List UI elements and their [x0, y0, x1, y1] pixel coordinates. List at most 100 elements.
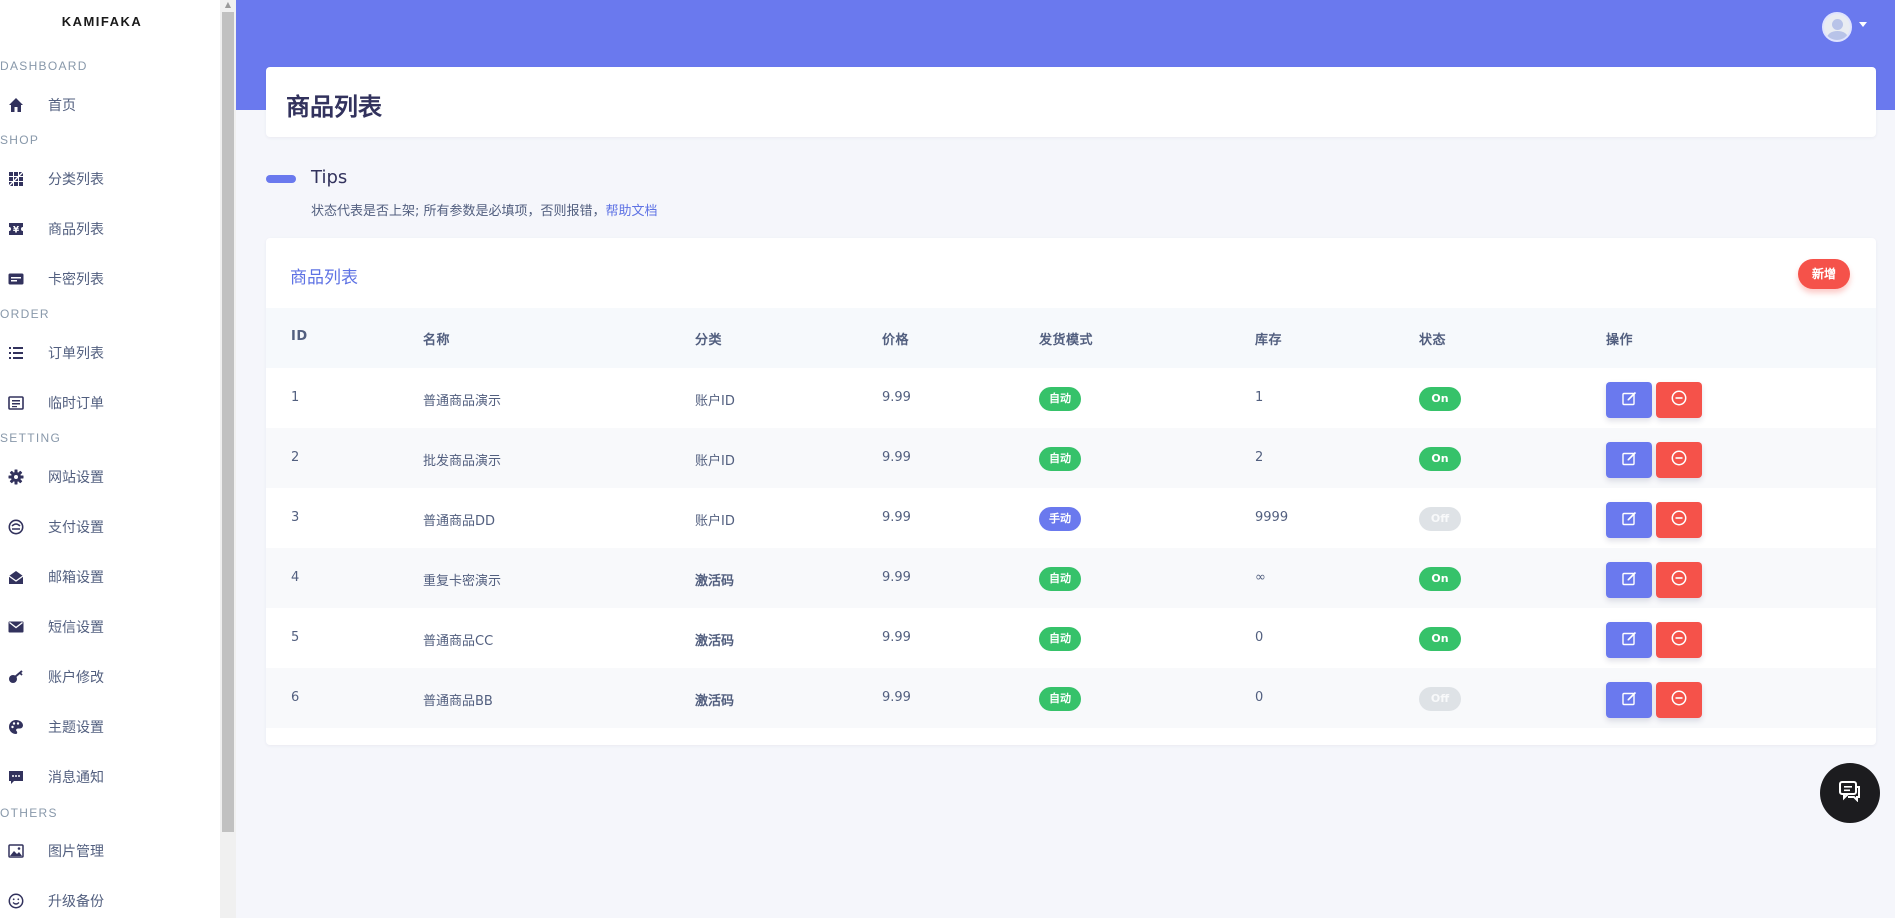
receipt-icon [7, 394, 25, 412]
add-goods-button[interactable]: 新增 [1798, 259, 1850, 289]
edit-icon [1621, 511, 1637, 530]
sidebar-item-home[interactable]: 首页 [0, 85, 218, 125]
cell-price: 9.99 [882, 390, 911, 405]
column-header-id: ID [291, 329, 308, 344]
sidebar-item-temp-orders[interactable]: 临时订单 [0, 383, 218, 423]
sidebar-item-orders[interactable]: 订单列表 [0, 333, 218, 373]
edit-button[interactable] [1606, 682, 1652, 718]
cell-id: 2 [291, 450, 300, 465]
minus-circle-icon [1671, 630, 1687, 650]
scroll-up-icon[interactable]: ▲ [222, 0, 234, 10]
sidebar-item-category[interactable]: 分类列表 [0, 159, 218, 199]
section-setting: SETTING [0, 431, 62, 445]
sidebar-scrollbar-thumb[interactable] [222, 12, 234, 832]
delivery-mode-badge: 自动 [1039, 447, 1081, 471]
status-toggle[interactable]: Off [1419, 687, 1461, 711]
edit-button[interactable] [1606, 562, 1652, 598]
tips-message: 状态代表是否上架; 所有参数是必填项，否则报错， [311, 204, 606, 219]
sidebar-item-site[interactable]: 网站设置 [0, 457, 218, 497]
chat-button[interactable] [1820, 763, 1880, 823]
chat-bubbles-icon [1838, 780, 1862, 806]
edit-icon [1621, 631, 1637, 650]
cell-name: 普通商品CC [423, 634, 494, 649]
delete-button[interactable] [1656, 502, 1702, 538]
envelope-open-icon [7, 568, 25, 586]
section-order: ORDER [0, 307, 50, 321]
delivery-mode-badge: 自动 [1039, 687, 1081, 711]
table-row: 3 普通商品DD 账户ID 9.99 手动 9999 Off [266, 488, 1876, 548]
cell-id: 6 [291, 690, 300, 705]
cell-category: 账户ID [695, 454, 735, 469]
caret-down-icon[interactable] [1859, 22, 1867, 27]
cell-category: 账户ID [695, 514, 735, 529]
sidebar-item-label: 账户修改 [48, 670, 104, 686]
edit-icon [1621, 571, 1637, 590]
column-header-name: 名称 [423, 333, 451, 348]
sidebar-item-upgrade[interactable]: 升级备份 [0, 881, 218, 918]
column-header-status: 状态 [1419, 333, 1447, 348]
sidebar-item-theme[interactable]: 主题设置 [0, 707, 218, 747]
brand-logo[interactable]: KAMIFAKA [0, 14, 204, 29]
sidebar-item-notice[interactable]: 消息通知 [0, 757, 218, 797]
column-header-category: 分类 [695, 333, 723, 348]
column-header-actions: 操作 [1606, 333, 1634, 348]
status-toggle[interactable]: On [1419, 567, 1461, 591]
card-icon [7, 270, 25, 288]
table-row: 2 批发商品演示 账户ID 9.99 自动 2 On [266, 428, 1876, 488]
cell-id: 3 [291, 510, 300, 525]
cell-id: 4 [291, 570, 300, 585]
cell-name: 普通商品演示 [423, 394, 502, 409]
delivery-mode-badge: 自动 [1039, 387, 1081, 411]
sidebar-item-mail[interactable]: 邮箱设置 [0, 557, 218, 597]
table-row: 1 普通商品演示 账户ID 9.99 自动 1 On [266, 368, 1876, 428]
edit-button[interactable] [1606, 622, 1652, 658]
tips-text: 状态代表是否上架; 所有参数是必填项，否则报错，帮助文档 [311, 200, 658, 219]
ticket-icon: ¥ [7, 220, 25, 238]
avatar-head [1832, 19, 1843, 30]
status-toggle[interactable]: On [1419, 627, 1461, 651]
cell-category: 激活码 [695, 694, 735, 709]
sidebar-item-label: 消息通知 [48, 770, 104, 786]
user-avatar[interactable] [1822, 12, 1852, 42]
sidebar-item-label: 网站设置 [48, 470, 104, 486]
column-header-stock: 库存 [1255, 333, 1283, 348]
sidebar-item-goods[interactable]: ¥ 商品列表 [0, 209, 218, 249]
delete-button[interactable] [1656, 562, 1702, 598]
cell-category: 激活码 [695, 634, 735, 649]
gear-icon [7, 468, 25, 486]
cell-stock: 0 [1255, 690, 1264, 705]
sidebar-item-images[interactable]: 图片管理 [0, 831, 218, 871]
chat-icon [7, 768, 25, 786]
delivery-mode-badge: 自动 [1039, 627, 1081, 651]
delete-button[interactable] [1656, 442, 1702, 478]
status-toggle[interactable]: On [1419, 447, 1461, 471]
sidebar: KAMIFAKA DASHBOARD 首页 SHOP 分类列表 ¥ 商品列表 卡… [0, 0, 220, 918]
sidebar-item-sms[interactable]: 短信设置 [0, 607, 218, 647]
minus-circle-icon [1671, 690, 1687, 710]
tips-title: Tips [311, 167, 348, 188]
page-title: 商品列表 [286, 93, 382, 121]
status-toggle[interactable]: On [1419, 387, 1461, 411]
section-others: OTHERS [0, 806, 58, 820]
sidebar-item-cards[interactable]: 卡密列表 [0, 259, 218, 299]
edit-button[interactable] [1606, 502, 1652, 538]
sidebar-item-account[interactable]: 账户修改 [0, 657, 218, 697]
delete-button[interactable] [1656, 682, 1702, 718]
cell-price: 9.99 [882, 690, 911, 705]
grid-icon [7, 170, 25, 188]
sidebar-item-payment[interactable]: 支付设置 [0, 507, 218, 547]
column-header-price: 价格 [882, 333, 910, 348]
edit-button[interactable] [1606, 382, 1652, 418]
help-doc-link[interactable]: 帮助文档 [606, 204, 658, 219]
status-toggle[interactable]: Off [1419, 507, 1461, 531]
sidebar-item-label: 订单列表 [48, 346, 104, 362]
cell-name: 批发商品演示 [423, 454, 502, 469]
delete-button[interactable] [1656, 382, 1702, 418]
delete-button[interactable] [1656, 622, 1702, 658]
home-icon [7, 96, 25, 114]
cell-stock: 2 [1255, 450, 1264, 465]
sidebar-item-label: 升级备份 [48, 894, 104, 910]
edit-button[interactable] [1606, 442, 1652, 478]
table-row: 6 普通商品BB 激活码 9.99 自动 0 Off [266, 668, 1876, 728]
sidebar-item-label: 短信设置 [48, 620, 104, 636]
